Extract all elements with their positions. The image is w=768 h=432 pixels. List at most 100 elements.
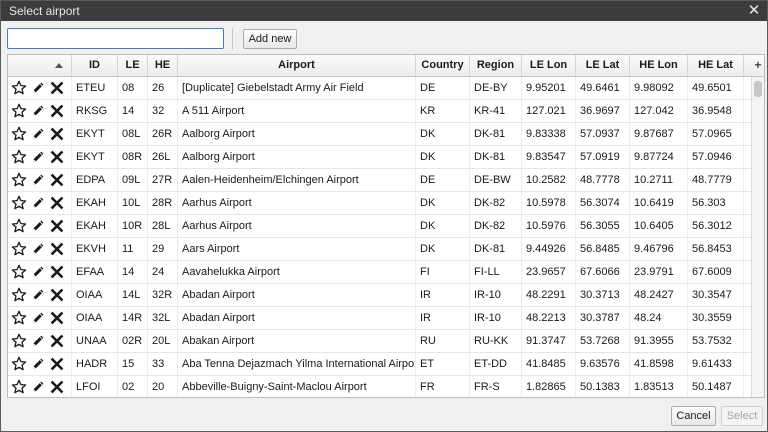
delete-x-icon[interactable] bbox=[49, 172, 65, 188]
cell-le-lon: 23.9657 bbox=[522, 261, 576, 283]
delete-x-icon[interactable] bbox=[49, 218, 65, 234]
cell-airport: Aarhus Airport bbox=[178, 215, 416, 237]
star-icon[interactable] bbox=[11, 103, 27, 119]
cell-airport: Abadan Airport bbox=[178, 307, 416, 329]
search-input[interactable] bbox=[7, 28, 224, 49]
table-row[interactable]: EKAH 10L 28R Aarhus Airport DK DK-82 10.5978 56… bbox=[8, 192, 751, 215]
delete-x-icon[interactable] bbox=[49, 80, 65, 96]
cell-le-lat: 56.8485 bbox=[576, 238, 630, 260]
edit-pencil-icon[interactable] bbox=[30, 103, 46, 119]
delete-x-icon[interactable] bbox=[49, 264, 65, 280]
cancel-button[interactable]: Cancel bbox=[671, 406, 716, 426]
cell-country: DE bbox=[416, 77, 470, 99]
row-actions bbox=[8, 238, 72, 260]
edit-pencil-icon[interactable] bbox=[30, 333, 46, 349]
cell-region: FI-LL bbox=[470, 261, 522, 283]
vertical-scrollbar[interactable] bbox=[751, 77, 764, 397]
title-bar[interactable]: Select airport ✕ bbox=[1, 1, 767, 21]
edit-pencil-icon[interactable] bbox=[30, 356, 46, 372]
table-row[interactable]: EKAH 10R 28L Aarhus Airport DK DK-82 10.5976 56… bbox=[8, 215, 751, 238]
delete-x-icon[interactable] bbox=[49, 287, 65, 303]
column-header-country[interactable]: Country bbox=[416, 55, 470, 76]
actions-column-header[interactable] bbox=[8, 55, 72, 76]
delete-x-icon[interactable] bbox=[49, 103, 65, 119]
cell-id: EFAA bbox=[72, 261, 118, 283]
table-row[interactable]: UNAA 02R 20L Abakan Airport RU RU-KK 91.3747 53… bbox=[8, 330, 751, 353]
cell-he-lon: 9.98092 bbox=[630, 77, 688, 99]
cell-le-lon: 9.83338 bbox=[522, 123, 576, 145]
cell-id: EKVH bbox=[72, 238, 118, 260]
table-row[interactable]: HADR 15 33 Aba Tenna Dejazmach Yilma Intern… bbox=[8, 353, 751, 376]
star-icon[interactable] bbox=[11, 149, 27, 165]
star-icon[interactable] bbox=[11, 80, 27, 96]
table-row[interactable]: OIAA 14R 32L Abadan Airport IR IR-10 48.2213 30… bbox=[8, 307, 751, 330]
edit-pencil-icon[interactable] bbox=[30, 379, 46, 395]
delete-x-icon[interactable] bbox=[49, 310, 65, 326]
table-row[interactable]: EFAA 14 24 Aavahelukka Airport FI FI-LL 23.965… bbox=[8, 261, 751, 284]
close-icon[interactable]: ✕ bbox=[745, 2, 763, 20]
table-row[interactable]: OIAA 14L 32R Abadan Airport IR IR-10 48.2291 30… bbox=[8, 284, 751, 307]
cell-id: EKAH bbox=[72, 215, 118, 237]
table-row[interactable]: EDPA 09L 27R Aalen-Heidenheim/Elchingen Air… bbox=[8, 169, 751, 192]
edit-pencil-icon[interactable] bbox=[30, 80, 46, 96]
column-header-he-lon[interactable]: HE Lon bbox=[630, 55, 688, 76]
table-row[interactable]: RKSG 14 32 A 511 Airport KR KR-41 127.021 36.96… bbox=[8, 100, 751, 123]
edit-pencil-icon[interactable] bbox=[30, 126, 46, 142]
table-row[interactable]: EKYT 08R 26L Aalborg Airport DK DK-81 9.83547 5… bbox=[8, 146, 751, 169]
select-button[interactable]: Select bbox=[721, 406, 763, 426]
add-column-icon[interactable]: + bbox=[752, 55, 764, 76]
star-icon[interactable] bbox=[11, 333, 27, 349]
table-row[interactable]: EKYT 08L 26R Aalborg Airport DK DK-81 9.83338 5… bbox=[8, 123, 751, 146]
delete-x-icon[interactable] bbox=[49, 241, 65, 257]
cell-le: 10L bbox=[118, 192, 148, 214]
cell-he-lon: 91.3955 bbox=[630, 330, 688, 352]
column-header-le[interactable]: LE bbox=[118, 55, 148, 76]
delete-x-icon[interactable] bbox=[49, 379, 65, 395]
cell-id: EKAH bbox=[72, 192, 118, 214]
edit-pencil-icon[interactable] bbox=[30, 149, 46, 165]
star-icon[interactable] bbox=[11, 241, 27, 257]
cell-country: DK bbox=[416, 238, 470, 260]
star-icon[interactable] bbox=[11, 126, 27, 142]
cell-country: IR bbox=[416, 284, 470, 306]
table-row[interactable]: ETEU 08 26 [Duplicate] Giebelstadt Army Air… bbox=[8, 77, 751, 100]
column-header-id[interactable]: ID bbox=[72, 55, 118, 76]
delete-x-icon[interactable] bbox=[49, 149, 65, 165]
delete-x-icon[interactable] bbox=[49, 356, 65, 372]
star-icon[interactable] bbox=[11, 310, 27, 326]
table-row[interactable]: EKVH 11 29 Aars Airport DK DK-81 9.44926 56.848… bbox=[8, 238, 751, 261]
column-header-le-lat[interactable]: LE Lat bbox=[576, 55, 630, 76]
cell-le-lat: 48.7778 bbox=[576, 169, 630, 191]
edit-pencil-icon[interactable] bbox=[30, 172, 46, 188]
column-header-he-lat[interactable]: HE Lat bbox=[688, 55, 744, 76]
column-header-le-lon[interactable]: LE Lon bbox=[522, 55, 576, 76]
cell-he-lat: 49.6501 bbox=[688, 77, 744, 99]
star-icon[interactable] bbox=[11, 218, 27, 234]
edit-pencil-icon[interactable] bbox=[30, 310, 46, 326]
delete-x-icon[interactable] bbox=[49, 126, 65, 142]
delete-x-icon[interactable] bbox=[49, 195, 65, 211]
edit-pencil-icon[interactable] bbox=[30, 241, 46, 257]
cell-he: 27R bbox=[148, 169, 178, 191]
column-header-airport[interactable]: Airport bbox=[178, 55, 416, 76]
star-icon[interactable] bbox=[11, 264, 27, 280]
column-header-region[interactable]: Region bbox=[470, 55, 522, 76]
edit-pencil-icon[interactable] bbox=[30, 264, 46, 280]
table-body: ETEU 08 26 [Duplicate] Giebelstadt Army Air… bbox=[8, 77, 751, 397]
star-icon[interactable] bbox=[11, 287, 27, 303]
add-new-button[interactable]: Add new bbox=[243, 29, 297, 49]
star-icon[interactable] bbox=[11, 356, 27, 372]
delete-x-icon[interactable] bbox=[49, 333, 65, 349]
cell-le: 15 bbox=[118, 353, 148, 375]
star-icon[interactable] bbox=[11, 195, 27, 211]
scrollbar-thumb[interactable] bbox=[754, 81, 762, 97]
row-actions bbox=[8, 146, 72, 168]
star-icon[interactable] bbox=[11, 379, 27, 395]
edit-pencil-icon[interactable] bbox=[30, 287, 46, 303]
column-header-he[interactable]: HE bbox=[148, 55, 178, 76]
edit-pencil-icon[interactable] bbox=[30, 218, 46, 234]
sort-ascending-icon bbox=[55, 63, 63, 68]
star-icon[interactable] bbox=[11, 172, 27, 188]
table-row[interactable]: LFOI 02 20 Abbeville-Buigny-Saint-Maclou Ai… bbox=[8, 376, 751, 397]
edit-pencil-icon[interactable] bbox=[30, 195, 46, 211]
